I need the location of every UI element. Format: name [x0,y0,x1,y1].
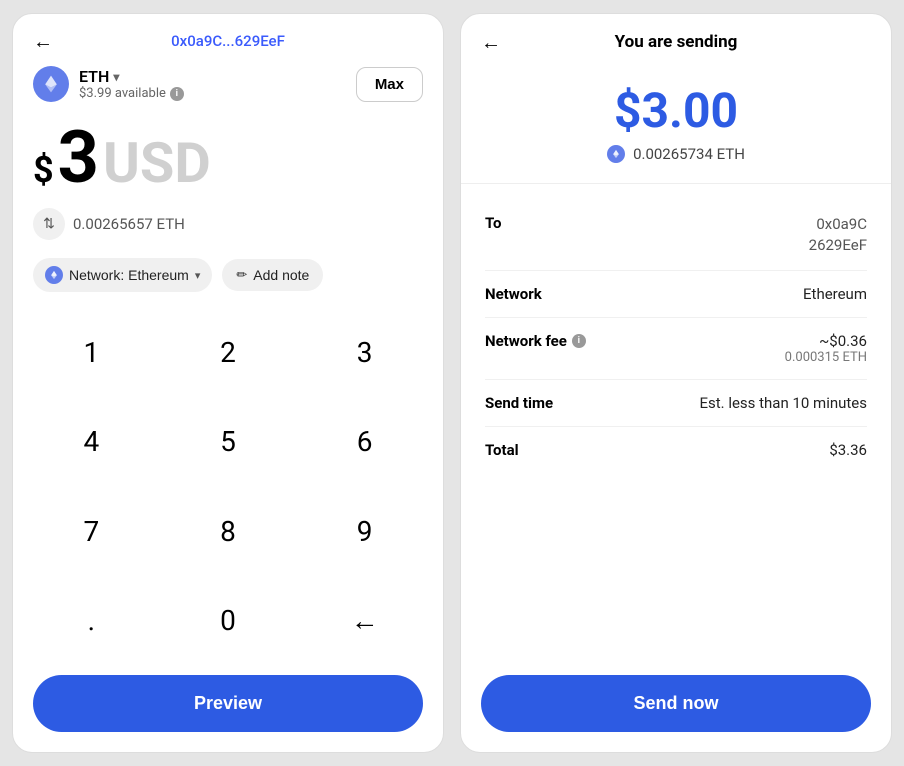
send-time-row: Send time Est. less than 10 minutes [485,380,867,427]
amount-display: $ 3 USD [13,112,443,200]
send-time-label: Send time [485,394,553,412]
numpad-key-dot[interactable]: . [23,576,160,665]
numpad-key-0[interactable]: 0 [160,576,297,665]
confirm-eth-amount: 0.00265734 ETH [633,145,745,163]
to-label: To [485,214,502,232]
amount-currency: USD [103,130,211,196]
confirm-usd-amount: $3.00 [614,82,738,139]
max-button[interactable]: Max [356,67,423,102]
total-value: $3.36 [829,441,867,459]
info-icon-available[interactable]: i [170,87,184,101]
send-amount-panel: ← 0x0a9C...629EeF ETH ▾ $3.99 av [12,13,444,753]
network-label: Network: Ethereum [69,267,189,283]
numpad-key-2[interactable]: 2 [160,308,297,397]
pencil-icon: ✏ [236,267,247,283]
token-info: ETH ▾ $3.99 available i [33,66,184,102]
amount-number: 3 [58,122,99,194]
send-now-button[interactable]: Send now [481,675,871,732]
token-chevron-icon: ▾ [113,70,119,84]
panel2-title: You are sending [615,32,738,52]
token-available: $3.99 available i [79,86,184,101]
confirm-amount-section: $3.00 0.00265734 ETH [461,62,891,184]
total-label: Total [485,441,519,459]
eth-icon-small [45,266,63,284]
fee-label: Network fee [485,332,567,350]
fee-eth-value: 0.000315 ETH [785,350,867,365]
numpad-key-4[interactable]: 4 [23,397,160,486]
network-row: Network Ethereum [485,271,867,318]
send-time-value: Est. less than 10 minutes [699,394,867,412]
network-detail-label: Network [485,285,542,303]
numpad-key-8[interactable]: 8 [160,487,297,576]
fee-values: ~$0.36 0.000315 ETH [785,332,867,365]
fee-usd-value: ~$0.36 [785,332,867,350]
network-selector[interactable]: Network: Ethereum ▾ [33,258,212,292]
panel1-header: ← 0x0a9C...629EeF [13,14,443,60]
numpad: 123 456 789.0← [13,308,443,665]
eth-amount-display: 0.00265657 ETH [73,215,185,233]
token-details: ETH ▾ $3.99 available i [79,67,184,101]
transaction-details: To 0x0a9C 2629EeF Network Ethereum Netwo… [461,184,891,665]
preview-btn-container: Preview [13,665,443,752]
numpad-key-9[interactable]: 9 [296,487,433,576]
add-note-label: Add note [253,267,309,283]
dollar-sign: $ [33,149,54,191]
controls-row: Network: Ethereum ▾ ✏ Add note [13,254,443,308]
numpad-key-backspace[interactable]: ← [296,576,433,665]
eth-icon-confirm [607,145,625,163]
numpad-key-1[interactable]: 1 [23,308,160,397]
fee-label-row: Network fee i [485,332,586,350]
network-chevron-icon: ▾ [195,269,201,282]
info-icon-fee[interactable]: i [572,334,586,348]
eth-amount-row: ⇅ 0.00265657 ETH [13,200,443,254]
add-note-button[interactable]: ✏ Add note [222,259,323,291]
fee-row: Network fee i ~$0.36 0.000315 ETH [485,318,867,380]
wallet-address[interactable]: 0x0a9C...629EeF [171,32,285,50]
send-btn-container: Send now [461,665,891,752]
eth-icon-large [33,66,69,102]
total-row: Total $3.36 [485,427,867,473]
to-row: To 0x0a9C 2629EeF [485,200,867,271]
panel2-header: ← You are sending [461,14,891,62]
to-address: 0x0a9C 2629EeF [809,214,867,256]
swap-icon[interactable]: ⇅ [33,208,65,240]
numpad-key-7[interactable]: 7 [23,487,160,576]
back-button-2[interactable]: ← [481,30,501,55]
preview-button[interactable]: Preview [33,675,423,732]
token-name-row[interactable]: ETH ▾ [79,67,184,86]
back-button-1[interactable]: ← [33,29,53,54]
numpad-key-6[interactable]: 6 [296,397,433,486]
numpad-key-5[interactable]: 5 [160,397,297,486]
token-row: ETH ▾ $3.99 available i Max [13,60,443,112]
send-confirm-panel: ← You are sending $3.00 0.00265734 ETH T… [460,13,892,753]
numpad-key-3[interactable]: 3 [296,308,433,397]
network-detail-value: Ethereum [803,285,867,303]
confirm-eth-row: 0.00265734 ETH [607,145,745,163]
